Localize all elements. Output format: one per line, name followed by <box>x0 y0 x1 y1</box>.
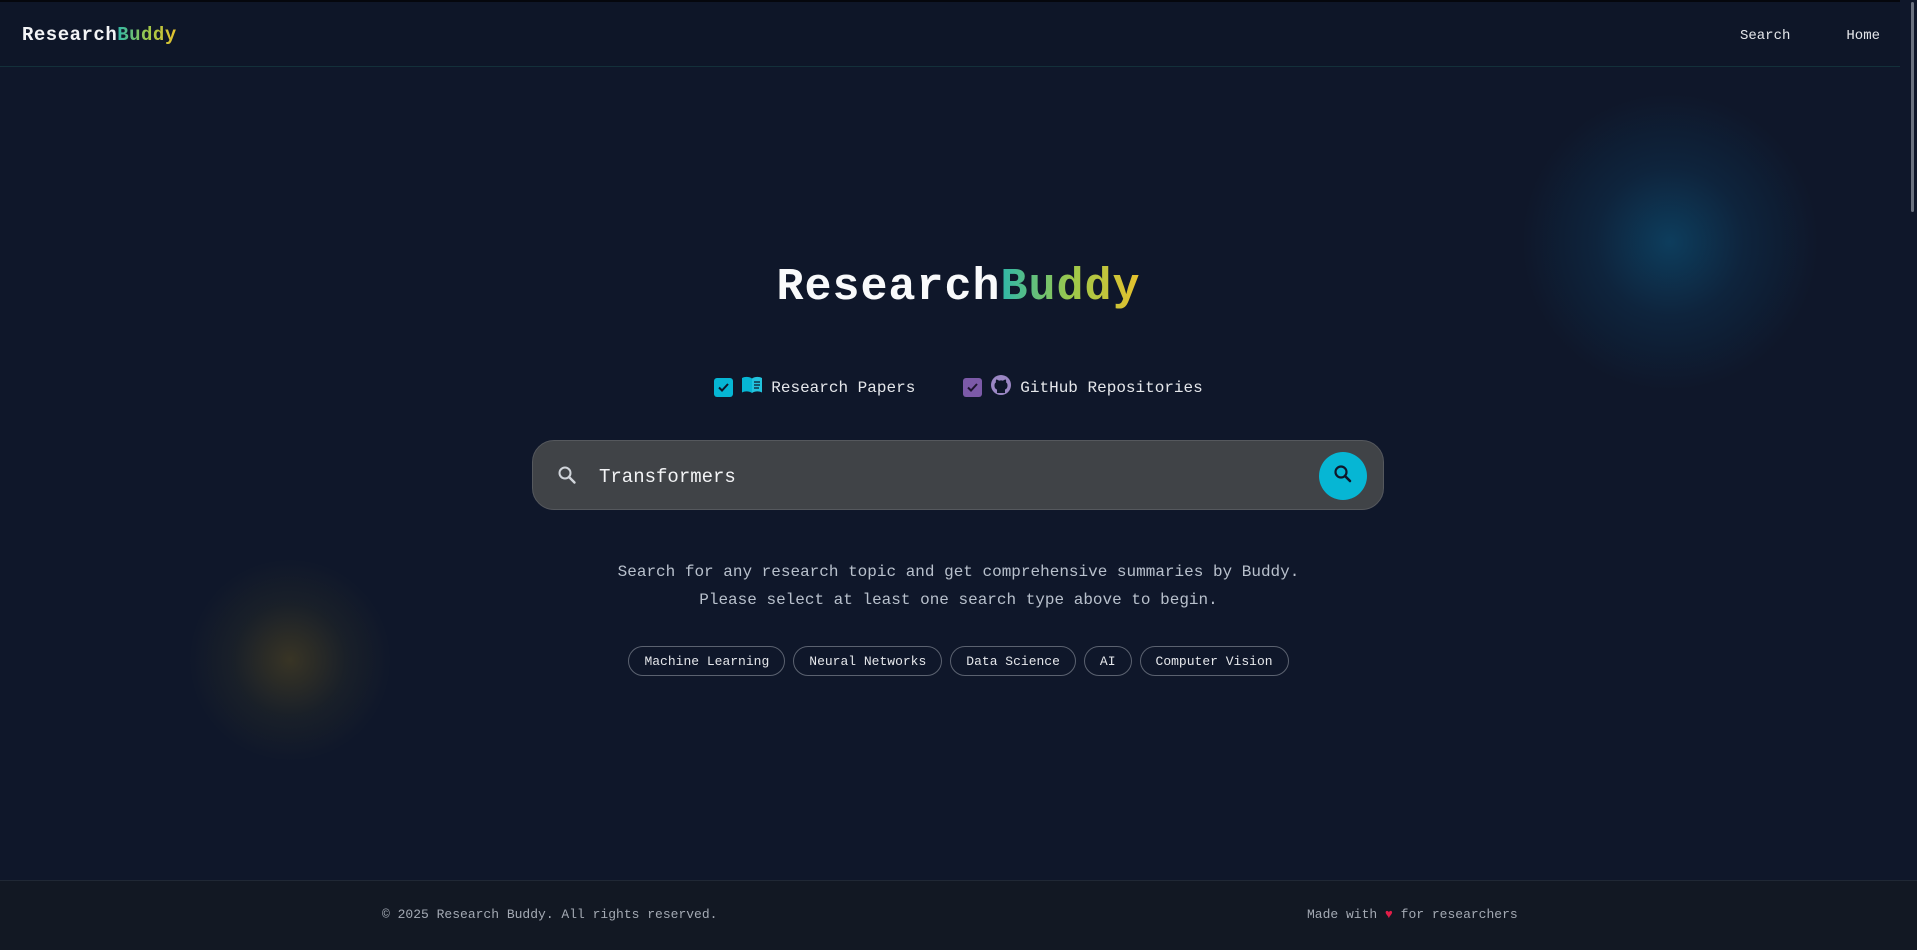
research-papers-checkbox[interactable] <box>714 378 734 397</box>
suggestion-chips: Machine Learning Neural Networks Data Sc… <box>0 646 1917 676</box>
nav-search-link[interactable]: Search <box>1740 28 1790 44</box>
description-line-2: Please select at least one search type a… <box>699 591 1218 609</box>
github-repositories-label: GitHub Repositories <box>1020 378 1203 397</box>
search-button-icon <box>1333 464 1353 489</box>
search-icon <box>557 465 577 490</box>
heart-icon: ♥ <box>1385 907 1393 922</box>
search-input[interactable] <box>597 459 1301 495</box>
github-icon <box>990 374 1012 401</box>
made-with-suffix: for researchers <box>1400 907 1518 922</box>
footer-copyright: © 2025 Research Buddy. All rights reserv… <box>382 907 718 922</box>
footer-made-with: Made with ♥ for researchers <box>1307 907 1518 922</box>
brand-logo[interactable]: ResearchBuddy <box>22 24 177 46</box>
top-navbar: ResearchBuddy Search Home <box>0 0 1917 67</box>
search-description: Search for any research topic and get co… <box>0 558 1917 614</box>
chip-machine-learning[interactable]: Machine Learning <box>628 646 786 676</box>
decorative-glow-blue <box>1520 92 1820 392</box>
made-with-prefix: Made with <box>1307 907 1378 922</box>
book-icon <box>741 375 763 400</box>
nav-home-link[interactable]: Home <box>1846 28 1880 44</box>
search-type-filters: Research Papers GitHub Repositories <box>0 374 1917 401</box>
filter-github-repositories[interactable]: GitHub Repositories <box>963 374 1203 401</box>
search-bar <box>532 440 1384 510</box>
hero-title-primary: Research <box>776 262 1001 313</box>
page-scrollbar[interactable] <box>1900 0 1917 949</box>
scrollbar-thumb[interactable] <box>1911 2 1914 212</box>
brand-text-primary: Research <box>22 24 118 46</box>
footer: © 2025 Research Buddy. All rights reserv… <box>0 880 1917 950</box>
description-line-1: Search for any research topic and get co… <box>617 563 1300 581</box>
chip-ai[interactable]: AI <box>1083 646 1132 676</box>
hero-title: ResearchBuddy <box>0 262 1917 313</box>
chip-computer-vision[interactable]: Computer Vision <box>1139 646 1289 676</box>
filter-research-papers[interactable]: Research Papers <box>714 374 915 401</box>
hero-title-accent: Buddy <box>1000 262 1141 313</box>
nav-links: Search Home <box>1740 28 1880 44</box>
github-repositories-checkbox[interactable] <box>963 378 983 397</box>
chip-data-science[interactable]: Data Science <box>950 646 1076 676</box>
search-submit-button[interactable] <box>1319 452 1367 500</box>
brand-text-accent: Buddy <box>117 24 177 46</box>
research-papers-label: Research Papers <box>771 378 916 397</box>
chip-neural-networks[interactable]: Neural Networks <box>793 646 943 676</box>
